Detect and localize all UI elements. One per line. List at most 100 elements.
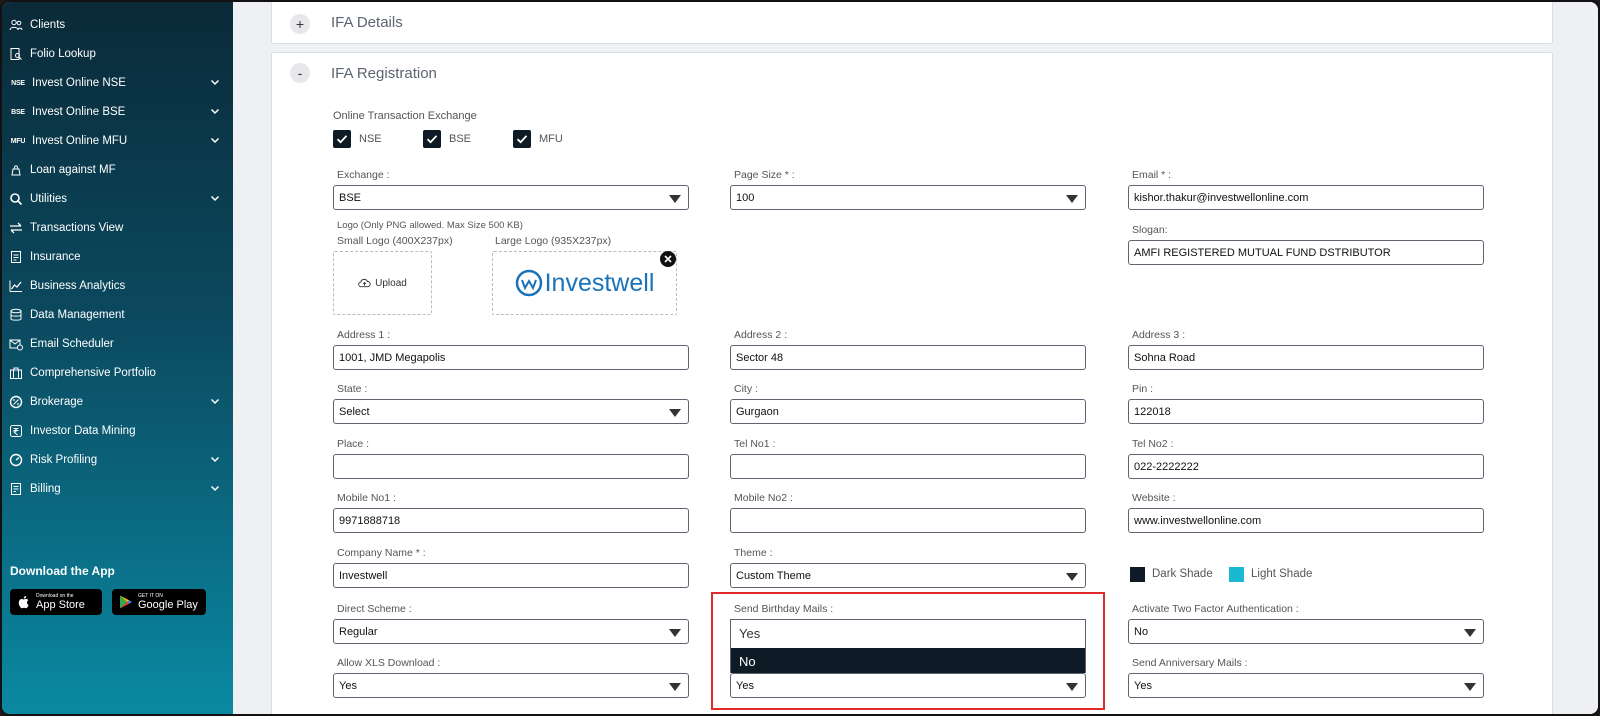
sidebar: Clients Folio Lookup NSE Invest Online NSE B… [2,2,233,714]
sidebar-item-label: Investor Data Mining [30,425,136,437]
sidebar-item-loan-against-mf[interactable]: Loan against MF [2,158,233,182]
address3-label: Address 3 : [1132,329,1186,341]
xls-select[interactable]: Yes [333,673,689,698]
page-size-label: Page Size * : [734,169,795,181]
sidebar-item-invest-online-bse[interactable]: BSE Invest Online BSE [2,100,233,124]
sidebar-item-label: Billing [30,483,61,495]
tel1-label: Tel No1 : [734,438,776,450]
tel1-field[interactable] [730,454,1086,479]
collapse-toggle[interactable]: - [290,63,310,83]
dropdown-caret-icon [1066,573,1078,581]
sidebar-item-label: Business Analytics [30,280,126,292]
sidebar-item-invest-online-mfu[interactable]: MFU Invest Online MFU [2,129,233,153]
sidebar-item-label: Comprehensive Portfolio [30,367,156,379]
app-store-button[interactable]: Download on the App Store [10,589,102,615]
small-logo-upload[interactable]: Upload [333,251,432,315]
sidebar-item-investor-data-mining[interactable]: Investor Data Mining [2,419,233,443]
light-shade-swatch[interactable] [1229,567,1244,582]
sidebar-item-insurance[interactable]: Insurance [2,245,233,269]
google-play-button[interactable]: GET IT ON Google Play [112,589,206,615]
direct-scheme-select[interactable]: Regular [333,619,689,644]
theme-select[interactable]: Custom Theme [730,563,1086,588]
sidebar-item-business-analytics[interactable]: Business Analytics [2,274,233,298]
tel2-field[interactable] [1128,454,1484,479]
sidebar-item-risk-profiling[interactable]: Risk Profiling [2,448,233,472]
sidebar-item-data-management[interactable]: Data Management [2,303,233,327]
dark-shade-swatch[interactable] [1130,567,1145,582]
main-content: + IFA Details - IFA Registration Online … [233,2,1598,714]
email-field[interactable] [1128,185,1484,210]
pin-label: Pin : [1132,383,1154,395]
google-play-icon [120,595,132,609]
state-label: State : [337,383,368,395]
sidebar-item-label: Utilities [30,193,68,205]
sidebar-item-transactions-view[interactable]: Transactions View [2,216,233,240]
sidebar-item-label: Folio Lookup [30,48,96,60]
app-window: Clients Folio Lookup NSE Invest Online NSE B… [0,0,1600,716]
nse-checkbox[interactable] [333,130,351,148]
sidebar-item-label: Brokerage [30,396,84,408]
xls-label: Allow XLS Download : [337,657,441,669]
address1-label: Address 1 : [337,329,391,341]
place-field[interactable] [333,454,689,479]
city-field[interactable] [730,399,1086,424]
chevron-down-icon[interactable] [209,134,221,146]
sidebar-item-utilities[interactable]: Utilities [2,187,233,211]
address1-field[interactable] [333,345,689,370]
website-label: Website : [1132,492,1176,504]
expand-toggle[interactable]: + [290,14,310,34]
chevron-down-icon[interactable] [209,76,221,88]
birthday-option-no[interactable]: No [731,648,1085,673]
state-select[interactable]: Select [333,399,689,424]
birthday-value: Yes [736,680,754,692]
dropdown-caret-icon [669,195,681,203]
light-shade-label: Light Shade [1251,568,1313,580]
sidebar-item-brokerage[interactable]: Brokerage [2,390,233,414]
mfu-icon: MFU [10,137,26,145]
exchange-select[interactable]: BSE [333,185,689,210]
email-label: Email * : [1132,169,1172,181]
page-size-select[interactable]: 100 [730,185,1086,210]
slogan-field[interactable] [1128,240,1484,265]
apple-icon [18,595,29,609]
pin-field[interactable] [1128,399,1484,424]
nse-checkbox-label: NSE [359,133,382,145]
chevron-down-icon[interactable] [209,192,221,204]
xls-value: Yes [339,680,357,692]
address3-field[interactable] [1128,345,1484,370]
sidebar-item-label: Invest Online BSE [32,106,126,118]
remove-logo-button[interactable] [660,251,676,267]
mobile2-field[interactable] [730,508,1086,533]
bse-checkbox[interactable] [423,130,441,148]
two-factor-select[interactable]: No [1128,619,1484,644]
birthday-option-yes[interactable]: Yes [731,620,1085,645]
sidebar-item-label: Transactions View [30,222,124,234]
birthday-select[interactable]: Yes [730,673,1086,698]
sidebar-item-comprehensive-portfolio[interactable]: Comprehensive Portfolio [2,361,233,385]
analytics-icon [8,278,24,294]
address2-field[interactable] [730,345,1086,370]
bse-checkbox-label: BSE [449,133,472,145]
sidebar-item-billing[interactable]: Billing [2,477,233,501]
sidebar-item-clients[interactable]: Clients [2,13,233,37]
loan-icon [8,162,24,178]
sidebar-item-folio-lookup[interactable]: Folio Lookup [2,42,233,66]
insurance-icon [8,249,24,265]
clients-icon [8,17,24,33]
chevron-down-icon[interactable] [209,482,221,494]
anniversary-value: Yes [1134,680,1152,692]
small-logo-label: Small Logo (400X237px) [337,235,453,247]
ifa-details-title: IFA Details [331,14,403,31]
sidebar-item-invest-online-nse[interactable]: NSE Invest Online NSE [2,71,233,95]
chevron-down-icon[interactable] [209,395,221,407]
birthday-label: Send Birthday Mails : [734,603,834,615]
chevron-down-icon[interactable] [209,453,221,465]
anniversary-select[interactable]: Yes [1128,673,1484,698]
mfu-checkbox[interactable] [513,130,531,148]
sidebar-item-email-scheduler[interactable]: Email Scheduler [2,332,233,356]
mobile1-field[interactable] [333,508,689,533]
billing-icon [8,481,24,497]
website-field[interactable] [1128,508,1484,533]
chevron-down-icon[interactable] [209,105,221,117]
company-field[interactable] [333,563,689,588]
